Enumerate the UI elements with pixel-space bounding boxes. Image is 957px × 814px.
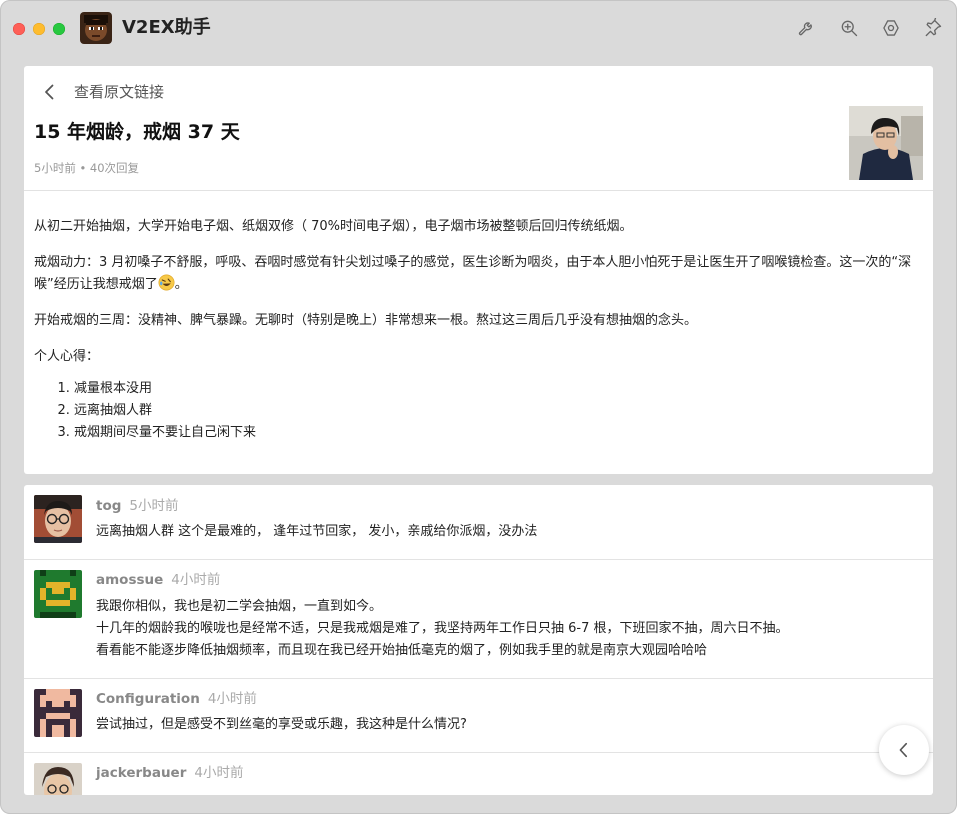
- post-paragraph: 从初二开始抽烟，大学开始电子烟、纸烟双修（ 70%时间电子烟），电子烟市场被整顿…: [34, 219, 633, 234]
- wrench-icon[interactable]: [795, 16, 819, 40]
- avatar[interactable]: [34, 763, 82, 795]
- reply-time: 4小时前: [207, 691, 257, 707]
- article-divider: [24, 190, 933, 191]
- close-window-button[interactable]: [13, 23, 25, 35]
- title-bar: V2EX助手: [0, 0, 957, 58]
- list-item: 远离抽烟人群: [74, 400, 924, 422]
- list-item: 戒烟期间尽量不要让自己闲下来: [74, 422, 924, 444]
- reply-content: 我跟你相似，我也是初二学会抽烟，一直到如今。 十几年的烟龄我的喉咙也是经常不适，…: [96, 596, 916, 662]
- post-body: 从初二开始抽烟，大学开始电子烟、纸烟双修（ 70%时间电子烟），电子烟市场被整顿…: [34, 216, 924, 444]
- reply-username[interactable]: jackerbauer: [96, 765, 186, 781]
- reply-header: jackerbauer 4小时前: [96, 763, 243, 783]
- view-original-link[interactable]: 查看原文链接: [24, 78, 324, 106]
- reply-divider: [24, 752, 933, 753]
- app-title: V2EX助手: [122, 17, 211, 38]
- minimize-window-button[interactable]: [33, 23, 45, 35]
- tips-list: 减量根本没用 远离抽烟人群 戒烟期间尽量不要让自己闲下来: [34, 378, 924, 444]
- reply-line: 尝试抽过，但是感受不到丝毫的享受或乐趣，我这种是什么情况?: [96, 717, 467, 732]
- post-paragraph: 个人心得：: [34, 349, 100, 364]
- article-card: 查看原文链接 15 年烟龄，戒烟 37 天 5小时前 • 40次回复 从初二开始…: [24, 66, 933, 474]
- reply-header: tog 5小时前: [96, 496, 179, 516]
- author-avatar[interactable]: [849, 106, 923, 180]
- zoom-window-button[interactable]: [53, 23, 65, 35]
- post-paragraph: 开始戒烟的三周：没精神、脾气暴躁。无聊时（特别是晚上）非常想来一根。熬过这三周后…: [34, 313, 698, 328]
- replies-list: tog 5小时前 远离抽烟人群 这个是最难的， 逢年过节回家， 发小，亲戚给你派烟…: [24, 485, 933, 795]
- reply-divider: [24, 678, 933, 679]
- reply-line: 看看能不能逐步降低抽烟频率，而且现在我已经开始抽低毫克的烟了，例如我手里的就是南…: [96, 643, 708, 658]
- rofl-emoji-icon: [158, 274, 175, 291]
- settings-icon[interactable]: [879, 16, 903, 40]
- reply-time: 5小时前: [129, 498, 179, 514]
- reply-time: 4小时前: [171, 572, 221, 588]
- pin-icon[interactable]: [921, 16, 945, 40]
- reply-line: 远离抽烟人群 这个是最难的， 逢年过节回家， 发小，亲戚给你派烟，没办法: [96, 524, 538, 539]
- reply-username[interactable]: amossue: [96, 572, 163, 588]
- chevron-left-icon: [45, 84, 54, 100]
- reply-time: 4小时前: [194, 765, 244, 781]
- reply-content: 远离抽烟人群 这个是最难的， 逢年过节回家， 发小，亲戚给你派烟，没办法: [96, 521, 916, 543]
- app-window: V2EX助手 查看原文链接 15 年烟龄，戒烟 37 天 5小时前 • 40次回…: [0, 0, 957, 814]
- post-paragraph: 戒烟动力：3 月初嗓子不舒服，呼吸、吞咽时感觉有针尖划过嗓子的感觉，医生诊断为咽…: [34, 255, 912, 292]
- reply-username[interactable]: tog: [96, 498, 121, 514]
- reply-header: Configuration 4小时前: [96, 689, 257, 709]
- reply-content: 尝试抽过，但是感受不到丝毫的享受或乐趣，我这种是什么情况?: [96, 714, 916, 736]
- view-original-label: 查看原文链接: [74, 83, 165, 101]
- reply-username[interactable]: Configuration: [96, 691, 200, 707]
- list-item: 减量根本没用: [74, 378, 924, 400]
- app-logo: [80, 12, 112, 44]
- zoom-in-icon[interactable]: [837, 16, 861, 40]
- avatar[interactable]: [34, 689, 82, 737]
- post-meta: 5小时前 • 40次回复: [34, 161, 140, 175]
- avatar[interactable]: [34, 570, 82, 618]
- reply-header: amossue 4小时前: [96, 570, 220, 590]
- post-title: 15 年烟龄，戒烟 37 天: [34, 121, 240, 143]
- reply-line: 十几年的烟龄我的喉咙也是经常不适，只是我戒烟是难了，我坚持两年工作日只抽 6-7…: [96, 621, 789, 636]
- reply-line: 我跟你相似，我也是初二学会抽烟，一直到如今。: [96, 599, 383, 614]
- back-button[interactable]: [879, 725, 929, 775]
- reply-divider: [24, 559, 933, 560]
- avatar[interactable]: [34, 495, 82, 543]
- chevron-left-icon: [899, 742, 908, 758]
